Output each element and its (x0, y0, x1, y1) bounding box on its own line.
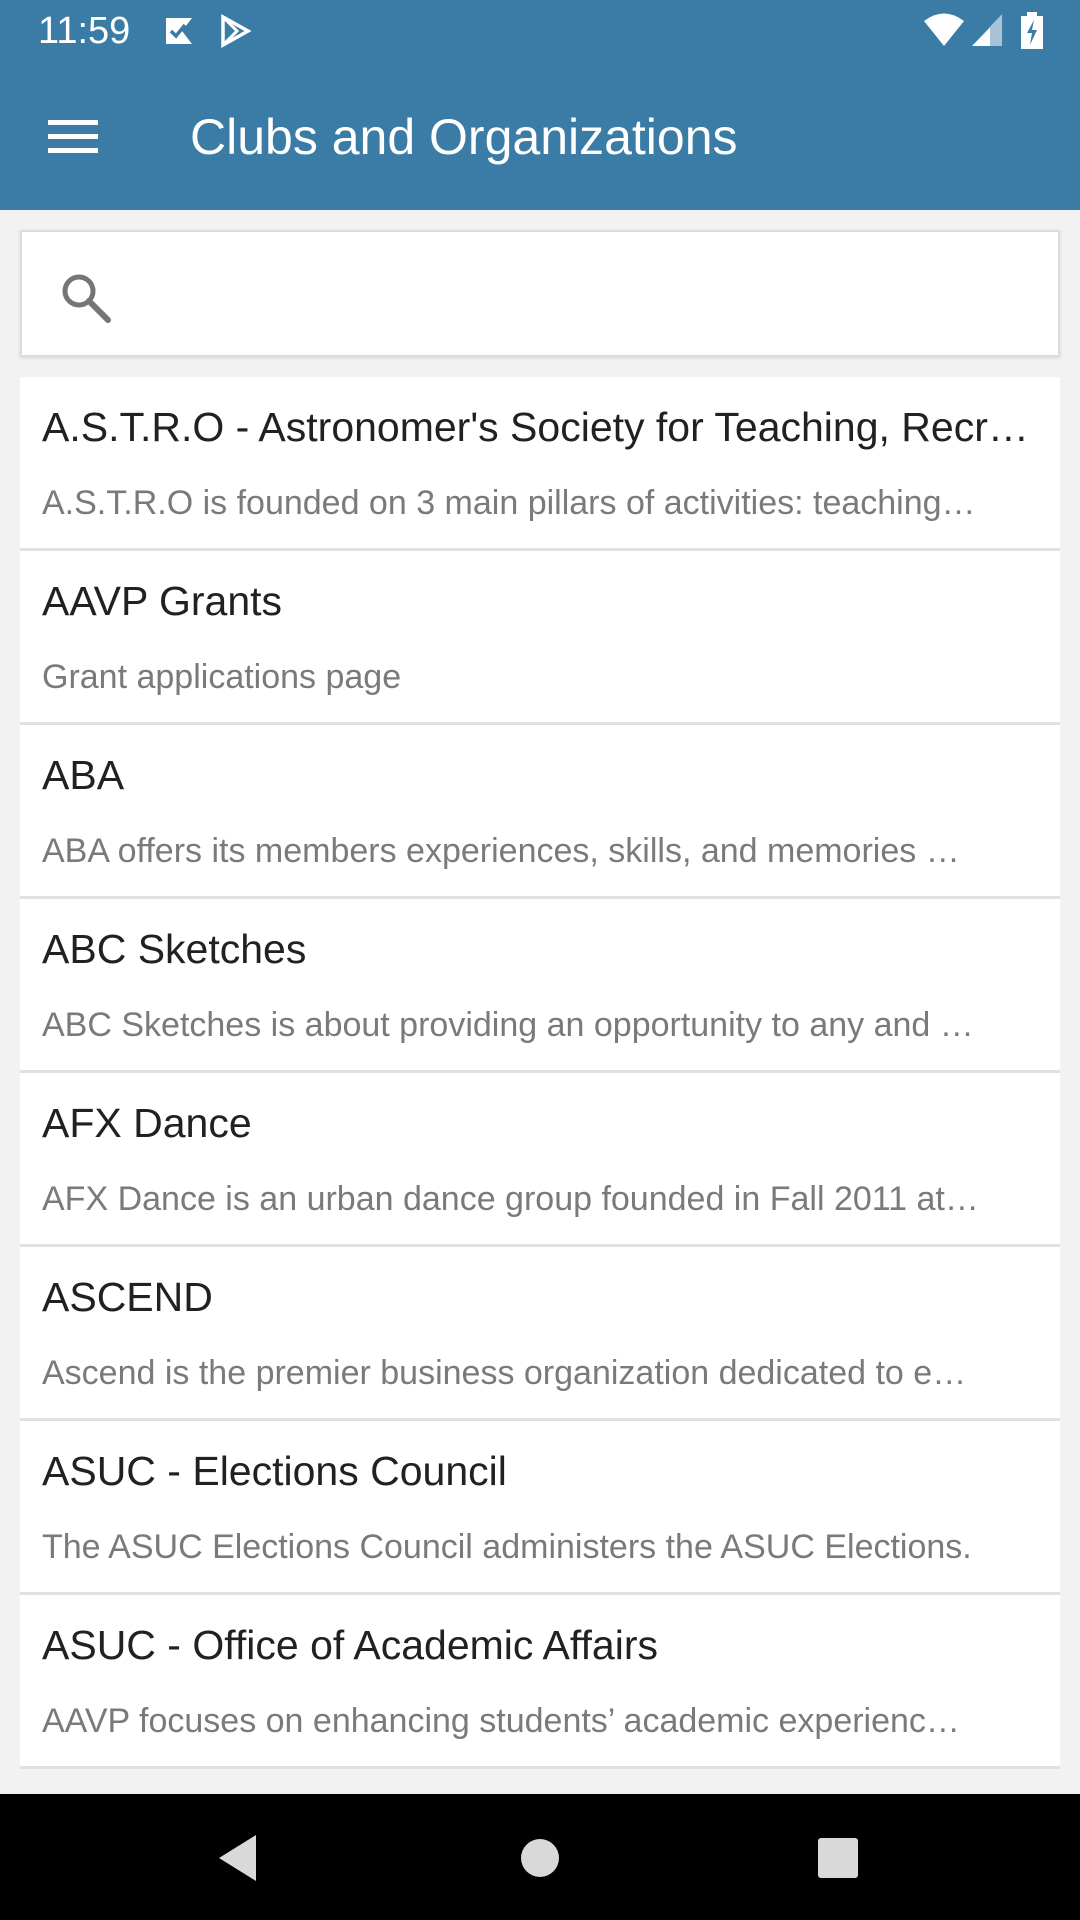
list-item[interactable]: ABA ABA offers its members experiences, … (20, 725, 1060, 899)
back-triangle-icon[interactable] (200, 1820, 276, 1896)
list-item[interactable]: ASUC - Elections Council The ASUC Electi… (20, 1421, 1060, 1595)
status-time: 11:59 (38, 10, 131, 52)
club-description: Ascend is the premier business organizat… (42, 1354, 967, 1392)
club-description: Grant applications page (42, 658, 402, 696)
club-name: ABC Sketches (42, 926, 307, 972)
play-store-icon (218, 14, 252, 53)
list-item[interactable]: A.S.T.R.O - Astronomer's Society for Tea… (20, 377, 1060, 551)
cell-signal-icon (970, 12, 1004, 53)
home-circle-icon[interactable] (502, 1820, 578, 1896)
club-description: The ASUC Elections Council administers t… (42, 1528, 972, 1566)
club-name: AFX Dance (42, 1100, 252, 1146)
app-bar: Clubs and Organizations (0, 63, 1080, 210)
system-nav-bar (0, 1794, 1080, 1920)
club-description: ABC Sketches is about providing an oppor… (42, 1006, 974, 1044)
list-item[interactable]: ABC Sketches ABC Sketches is about provi… (20, 899, 1060, 1073)
search-input[interactable] (142, 252, 1022, 338)
recents-square-icon[interactable] (800, 1820, 876, 1896)
club-name: ASUC - Elections Council (42, 1448, 507, 1494)
club-name: A.S.T.R.O - Astronomer's Society for Tea… (42, 404, 1029, 450)
club-name: ABA (42, 752, 125, 798)
club-description: A.S.T.R.O is founded on 3 main pillars o… (42, 484, 976, 522)
club-description: ABA offers its members experiences, skil… (42, 832, 960, 870)
club-description: AAVP focuses on enhancing students’ acad… (42, 1702, 960, 1740)
club-description: AFX Dance is an urban dance group founde… (42, 1180, 979, 1218)
list-item[interactable]: ASCEND Ascend is the premier business or… (20, 1247, 1060, 1421)
hamburger-menu-icon[interactable] (30, 99, 116, 173)
wifi-icon (922, 12, 966, 53)
club-name: ASUC - Office of Academic Affairs (42, 1622, 659, 1668)
club-name: AAVP Grants (42, 578, 283, 624)
clubs-list: A.S.T.R.O - Astronomer's Society for Tea… (20, 377, 1060, 1769)
list-item[interactable]: AAVP Grants Grant applications page (20, 551, 1060, 725)
search-box[interactable] (20, 230, 1060, 357)
status-bar: 11:59 (0, 0, 1080, 63)
battery-charging-icon (1020, 12, 1044, 55)
page-title: Clubs and Organizations (190, 109, 738, 165)
search-icon (58, 270, 114, 326)
list-item[interactable]: ASUC - Office of Academic Affairs AAVP f… (20, 1595, 1060, 1769)
check-flag-icon (162, 14, 196, 53)
list-item[interactable]: AFX Dance AFX Dance is an urban dance gr… (20, 1073, 1060, 1247)
club-name: ASCEND (42, 1274, 213, 1320)
